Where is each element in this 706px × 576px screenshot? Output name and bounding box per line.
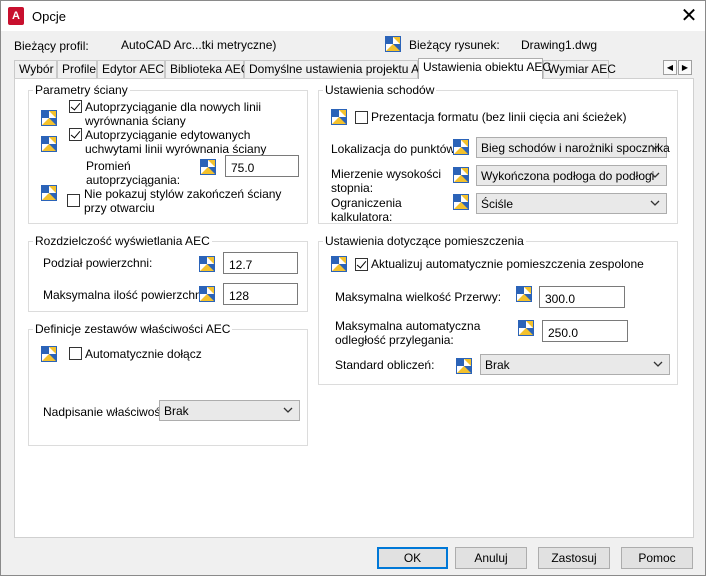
autocad-app-icon: A — [8, 7, 24, 25]
property-override-label: Nadpisanie właściwości — [43, 405, 170, 419]
snap-radius-icon — [200, 159, 216, 175]
tab-profiles[interactable]: Profile — [57, 60, 97, 78]
no-end-styles-icon — [41, 185, 57, 201]
auto-attach-checkbox[interactable] — [69, 347, 82, 360]
snap-edit-icon — [41, 136, 57, 152]
surface-division-icon — [199, 256, 215, 272]
chevron-down-icon — [650, 169, 660, 181]
drawing-label: Bieżący rysunek: — [409, 38, 500, 52]
auto-update-spaces-icon — [331, 256, 347, 272]
tab-content-panel: Parametry ściany Autoprzyciąganie dla no… — [14, 78, 694, 538]
calc-standard-label: Standard obliczeń: — [335, 358, 435, 372]
tab-selection[interactable]: Wybór — [14, 60, 57, 78]
auto-attach-label: Automatycznie dołącz — [85, 347, 202, 361]
max-surfaces-label: Maksymalna ilość powierzchni: — [43, 288, 208, 302]
riser-measure-value: Wykończona podłoga do podłogi — [481, 169, 655, 183]
chevron-down-icon — [650, 141, 660, 153]
tab-scroll-right-icon[interactable]: ▶ — [678, 60, 692, 75]
calc-limits-label: Ograniczenia kalkulatora: — [331, 196, 402, 224]
riser-measure-label: Mierzenie wysokości stopnia: — [331, 167, 442, 195]
chevron-down-icon — [653, 358, 663, 370]
riser-measure-select[interactable]: Wykończona podłoga do podłogi — [476, 165, 667, 186]
point-location-label: Lokalizacja do punktów: — [331, 142, 459, 156]
calc-limits-value: Ściśle — [481, 197, 514, 211]
surface-division-label: Podział powierzchni: — [43, 256, 153, 270]
help-button[interactable]: Pomoc — [621, 547, 693, 569]
window-title: Opcje — [32, 9, 66, 24]
profile-value: AutoCAD Arc...tki metryczne) — [121, 38, 277, 52]
calc-standard-select[interactable]: Brak — [480, 354, 670, 375]
surface-division-input[interactable] — [223, 252, 298, 274]
calc-standard-icon — [456, 358, 472, 374]
calc-limits-select[interactable]: Ściśle — [476, 193, 667, 214]
snap-edit-checkbox[interactable] — [69, 128, 82, 141]
tab-scroll-left-icon[interactable]: ◀ — [663, 60, 677, 75]
tab-aec-object-settings[interactable]: Ustawienia obiektu AEC — [418, 58, 551, 79]
no-end-styles-label: Nie pokazuj stylów zakończeń ściany przy… — [84, 187, 282, 215]
chevron-down-icon — [283, 404, 293, 416]
no-end-styles-checkbox[interactable] — [67, 194, 80, 207]
point-location-icon — [453, 139, 469, 155]
max-gap-label: Maksymalna wielkość Przerwy: — [335, 290, 502, 304]
ok-button[interactable]: OK — [377, 547, 448, 569]
format-presentation-label: Prezentacja formatu (bez linii cięcia an… — [371, 110, 627, 124]
apply-button[interactable]: Zastosuj — [538, 547, 610, 569]
property-override-select[interactable]: Brak — [159, 400, 300, 421]
chevron-down-icon — [650, 197, 660, 209]
close-icon[interactable]: ✕ — [677, 4, 701, 28]
max-adjacency-label: Maksymalna automatyczna odległość przyle… — [335, 319, 481, 347]
snap-radius-label: Promień autoprzyciągania: — [86, 159, 181, 187]
property-override-value: Brak — [164, 404, 189, 418]
cancel-button[interactable]: Anuluj — [455, 547, 527, 569]
max-gap-input[interactable] — [539, 286, 625, 308]
snap-new-label: Autoprzyciąganie dla nowych linii wyrówn… — [85, 100, 262, 128]
wall-params-title: Parametry ściany — [33, 83, 130, 97]
tab-aec-project-defaults[interactable]: Domyślne ustawienia projektu AEC — [244, 60, 436, 78]
max-adjacency-icon — [518, 320, 534, 336]
options-dialog: A Opcje ✕ Bieżący profil: AutoCAD Arc...… — [0, 0, 706, 576]
title-bar: A Opcje ✕ — [1, 1, 705, 31]
max-gap-icon — [516, 286, 532, 302]
format-presentation-checkbox[interactable] — [355, 111, 368, 124]
spaces-title: Ustawienia dotyczące pomieszczenia — [323, 234, 526, 248]
snap-radius-input[interactable] — [225, 155, 299, 177]
auto-update-spaces-checkbox[interactable] — [355, 258, 368, 271]
tab-aec-dimension[interactable]: Wymiar AEC — [543, 60, 616, 78]
snap-new-checkbox[interactable] — [69, 100, 82, 113]
riser-measure-icon — [453, 167, 469, 183]
max-surfaces-icon — [199, 286, 215, 302]
snap-new-icon — [41, 110, 57, 126]
tab-aec-library[interactable]: Biblioteka AEC — [165, 60, 249, 78]
tab-aec-editor[interactable]: Edytor AEC — [97, 60, 165, 78]
property-sets-title: Definicje zestawów właściwości AEC — [33, 322, 233, 336]
auto-update-spaces-label: Aktualizuj automatycznie pomieszczenia z… — [371, 257, 644, 271]
format-presentation-icon — [331, 109, 347, 125]
calc-limits-icon — [453, 194, 469, 210]
auto-attach-icon — [41, 346, 57, 362]
snap-edit-label: Autoprzyciąganie edytowanych uchwytami l… — [85, 128, 267, 156]
display-res-title: Rozdzielczość wyświetlania AEC — [33, 234, 212, 248]
calc-standard-value: Brak — [485, 358, 510, 372]
max-adjacency-input[interactable] — [542, 320, 628, 342]
profile-label: Bieżący profil: — [14, 39, 89, 53]
max-surfaces-input[interactable] — [223, 283, 298, 305]
stairs-title: Ustawienia schodów — [323, 83, 437, 97]
point-location-value: Bieg schodów i narożniki spocznika — [481, 141, 670, 155]
drawing-value: Drawing1.dwg — [521, 38, 598, 52]
point-location-select[interactable]: Bieg schodów i narożniki spocznika — [476, 137, 670, 158]
drawing-icon — [385, 36, 401, 52]
